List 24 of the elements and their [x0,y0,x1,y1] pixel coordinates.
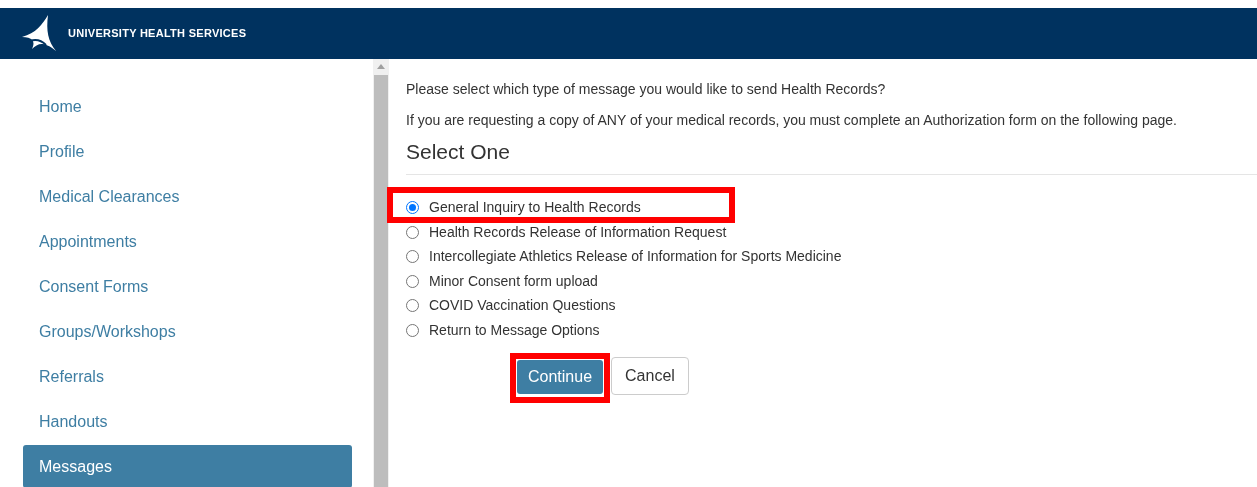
sidebar-item[interactable]: Handouts [23,400,352,443]
option-label[interactable]: Health Records Release of Information Request [429,221,727,243]
scrollbar-thumb[interactable] [374,75,388,487]
scroll-up-arrow-icon[interactable] [377,64,385,69]
sidebar-item[interactable]: Profile [23,130,352,173]
option-label[interactable]: COVID Vaccination Questions [429,295,616,317]
sidebar-item[interactable]: Referrals [23,355,352,398]
section-heading: Select One [406,136,1257,175]
continue-button[interactable]: Continue [517,359,604,394]
scrollbar[interactable] [373,59,389,487]
sidebar-item[interactable]: Home [23,85,352,128]
option-label[interactable]: Minor Consent form upload [429,270,598,292]
sidebar-item[interactable]: Messages [23,445,352,487]
question-text: Please select which type of message you would like to send Health Records? [406,80,887,99]
option-label[interactable]: Return to Message Options [429,319,600,341]
note-text: If you are requesting a copy of ANY of your medical records, you must complete an Authorization form on the following page. [406,111,1178,130]
sidebar-item[interactable]: Medical Clearances [23,175,352,218]
site-title: UNIVERSITY HEALTH SERVICES [68,26,247,42]
sidebar-item[interactable]: Groups/Workshops [23,310,352,353]
sidebar-item[interactable]: Consent Forms [23,265,352,308]
option-label[interactable]: Intercollegiate Athletics Release of Information for Sports Medicine [429,246,842,268]
sidebar-item[interactable]: Appointments [23,220,352,263]
option-label[interactable]: General Inquiry to Health Records [429,197,641,219]
cancel-button[interactable]: Cancel [611,356,689,395]
